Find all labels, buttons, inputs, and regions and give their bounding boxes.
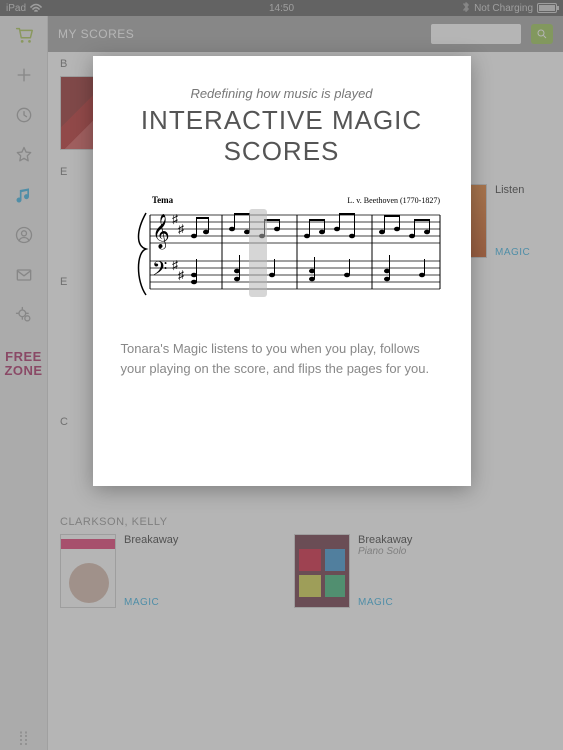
score-label-right: L. v. Beethoven (1770-1827): [347, 196, 440, 205]
modal-title: INTERACTIVE MAGIC SCORES: [121, 105, 443, 167]
svg-text:𝄢: 𝄢: [152, 259, 167, 285]
modal-body: Tonara's Magic listens to you when you p…: [121, 339, 443, 378]
score-sample-image: Tema L. v. Beethoven (1770-1827): [121, 191, 443, 311]
modal-overlay[interactable]: Redefining how music is played INTERACTI…: [0, 0, 563, 750]
svg-text:𝄞: 𝄞: [152, 214, 170, 250]
modal-tagline: Redefining how music is played: [121, 86, 443, 101]
playback-cursor: [249, 209, 267, 297]
score-label-left: Tema: [152, 195, 174, 205]
svg-text:♯: ♯: [178, 268, 184, 282]
svg-text:♯: ♯: [178, 222, 184, 236]
onboarding-modal: Redefining how music is played INTERACTI…: [93, 56, 471, 486]
